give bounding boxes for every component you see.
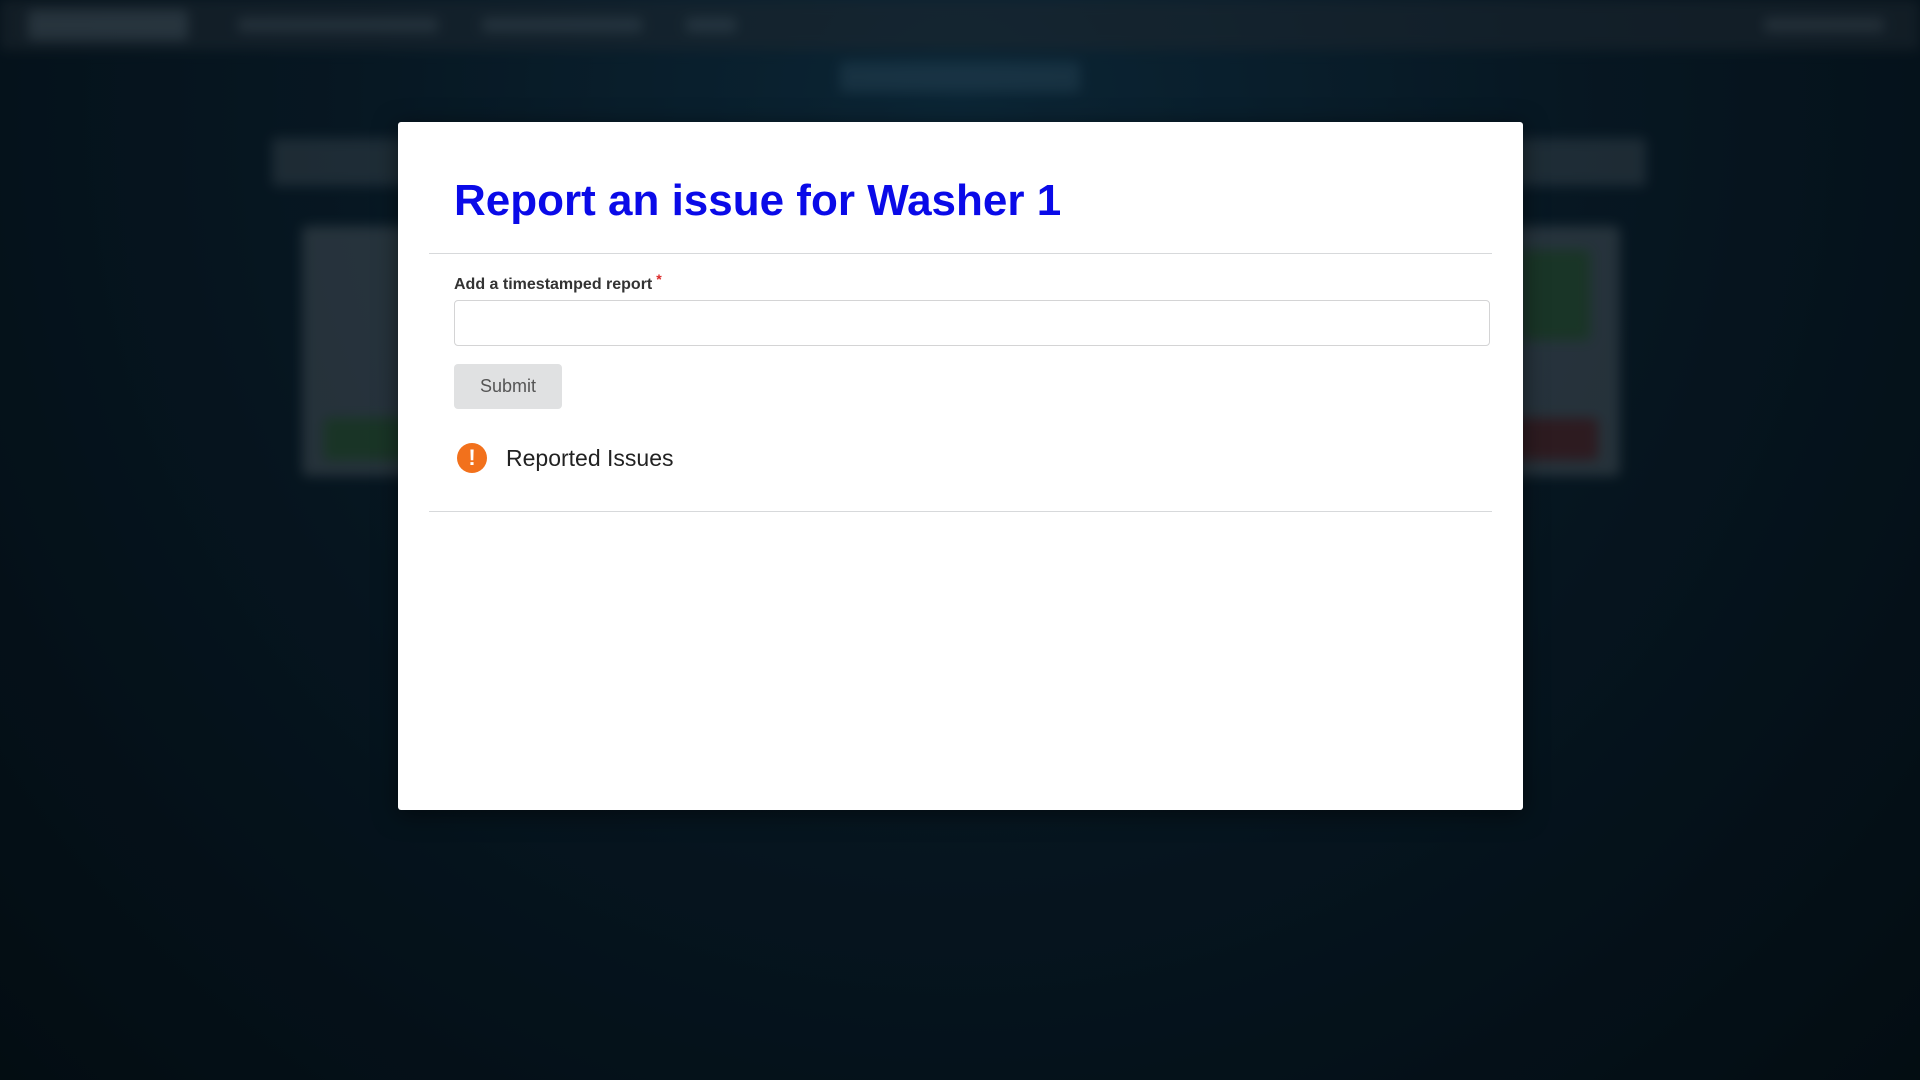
exclamation-circle-icon: ! bbox=[457, 443, 487, 473]
modal-header: Report an issue for Washer 1 bbox=[429, 122, 1492, 254]
report-issue-modal: Report an issue for Washer 1 Add a times… bbox=[398, 122, 1523, 810]
modal-title: Report an issue for Washer 1 bbox=[454, 176, 1062, 225]
required-marker: * bbox=[656, 271, 662, 287]
submit-button[interactable]: Submit bbox=[454, 364, 562, 409]
report-input[interactable] bbox=[454, 300, 1490, 346]
reported-issues-title: Reported Issues bbox=[506, 445, 674, 471]
report-field-label-text: Add a timestamped report bbox=[454, 276, 653, 293]
reported-issues-header: ! Reported Issues bbox=[429, 443, 1492, 512]
report-field-label: Add a timestamped report * bbox=[454, 271, 662, 294]
